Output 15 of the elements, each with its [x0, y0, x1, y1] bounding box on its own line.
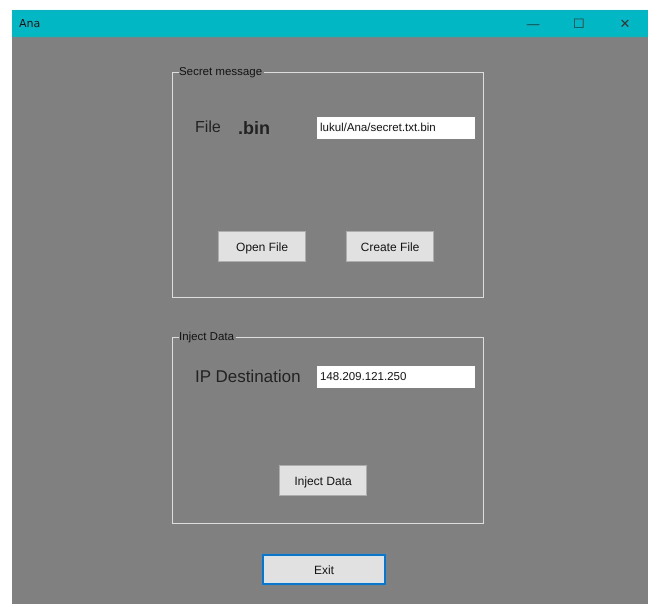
exit-button[interactable]: Exit	[262, 554, 386, 585]
ip-field[interactable]: 148.209.121.250	[317, 366, 475, 388]
group-title: Secret message	[179, 66, 264, 78]
open-file-button[interactable]: Open File	[218, 231, 306, 262]
window-title: Ana	[18, 17, 40, 30]
extension-label: .bin	[238, 118, 271, 138]
file-label: File	[195, 119, 222, 137]
ip-label: IP Destination	[195, 367, 302, 387]
maximize-button[interactable]: ☐	[556, 10, 602, 37]
group-title: Inject Data	[179, 331, 235, 343]
close-button[interactable]: ✕	[602, 10, 648, 37]
inject-data-button[interactable]: Inject Data	[279, 465, 367, 496]
create-file-button[interactable]: Create File	[346, 231, 434, 262]
path-field[interactable]: lukul/Ana/secret.txt.bin	[317, 117, 475, 139]
minimize-button[interactable]: —	[510, 10, 556, 37]
